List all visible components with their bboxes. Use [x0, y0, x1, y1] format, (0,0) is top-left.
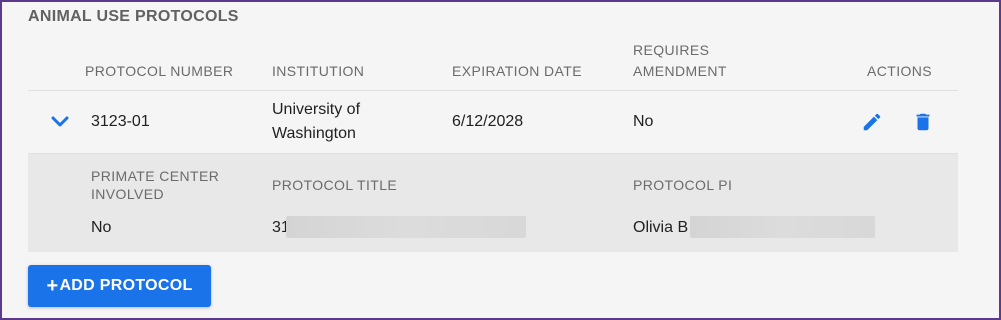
cell-protocol-number: 3123-01: [91, 113, 150, 130]
header-requires-amendment-line2: AMENDMENT: [633, 63, 727, 79]
plus-icon: +: [46, 275, 59, 297]
cell-institution-line1: University of: [272, 101, 361, 118]
header-institution: INSTITUTION: [272, 63, 365, 79]
label-protocol-pi: PROTOCOL PI: [633, 177, 733, 193]
value-protocol-pi: Olivia B: [633, 219, 689, 236]
section-title: ANIMAL USE PROTOCOLS: [28, 8, 239, 25]
chevron-down-icon: [51, 116, 69, 127]
value-primate-center: No: [91, 219, 112, 236]
header-divider: [28, 90, 958, 91]
delete-button[interactable]: [910, 109, 936, 135]
add-protocol-button[interactable]: + ADD PROTOCOL: [28, 265, 211, 307]
cell-institution: University of Washington: [272, 98, 360, 146]
expand-row-button[interactable]: [46, 110, 74, 134]
cell-institution-line2: Washington: [272, 125, 356, 142]
redacted-protocol-pi: [690, 216, 875, 238]
cell-requires-amendment: No: [633, 113, 654, 130]
trash-icon: [916, 113, 930, 131]
add-protocol-label: ADD PROTOCOL: [59, 277, 193, 294]
label-primate-center: PRIMATE CENTER INVOLVED: [91, 167, 219, 203]
cell-expiration-date: 6/12/2028: [452, 113, 524, 130]
label-primate-center-line1: PRIMATE CENTER: [91, 168, 220, 184]
header-expiration-date: EXPIRATION DATE: [452, 63, 582, 79]
pencil-icon: [863, 113, 881, 131]
edit-button[interactable]: [859, 109, 885, 135]
header-requires-amendment: REQUIRES AMENDMENT: [633, 40, 727, 82]
header-actions: ACTIONS: [867, 63, 933, 79]
label-protocol-title: PROTOCOL TITLE: [272, 177, 398, 193]
protocols-panel: ANIMAL USE PROTOCOLS PROTOCOL NUMBER INS…: [0, 0, 1001, 320]
header-protocol-number: PROTOCOL NUMBER: [85, 63, 234, 79]
header-requires-amendment-line1: REQUIRES: [633, 42, 710, 58]
label-primate-center-line2: INVOLVED: [91, 186, 164, 202]
redacted-protocol-title: [286, 216, 526, 238]
